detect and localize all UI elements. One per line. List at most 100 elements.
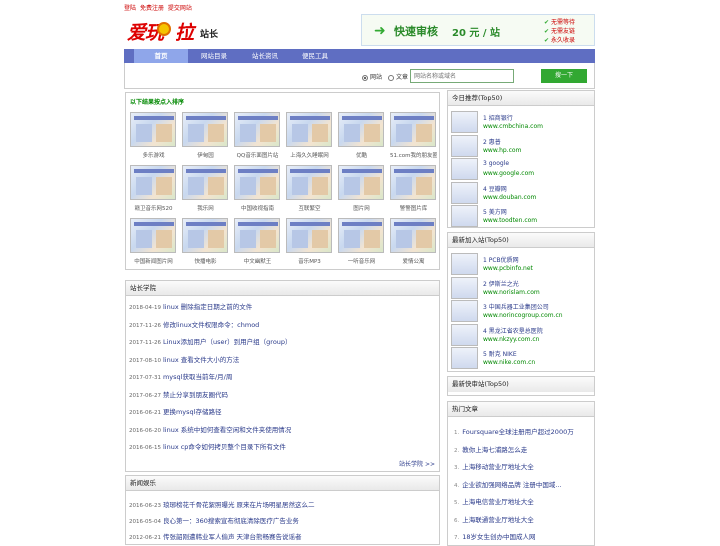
site-thumb-caption[interactable]: 快播电影 [182, 257, 229, 265]
site-thumb-image[interactable] [390, 165, 436, 200]
rank-url[interactable]: www.nike.com.cn [483, 359, 535, 366]
rank-name[interactable]: 1 招商银行 [483, 113, 513, 122]
login-link[interactable]: 登陆 [124, 5, 136, 12]
site-thumb-image[interactable] [130, 218, 176, 253]
rank-thumb[interactable] [451, 111, 478, 133]
rank-name[interactable]: 2 惠普 [483, 137, 501, 146]
site-thumb-caption[interactable]: QQ音乐面图片站 [234, 151, 281, 159]
rank-url[interactable]: www.pcbinfo.net [483, 265, 533, 272]
site-thumb-image[interactable] [234, 218, 280, 253]
hot-title[interactable]: 教你上海七浦路怎么走 [462, 446, 527, 454]
radio-site[interactable]: 网站 [362, 72, 382, 81]
nav-home[interactable]: 首页 [134, 49, 188, 63]
site-thumb-image[interactable] [234, 165, 280, 200]
site-thumb[interactable]: 我乐网 [182, 165, 229, 215]
hot-article[interactable]: 3. 上海移动营业厅地址大全 [454, 461, 537, 471]
hot-title[interactable]: 上海联通营业厅地址大全 [462, 516, 534, 524]
site-thumb-caption[interactable]: 音乐MP3 [286, 257, 333, 265]
site-thumb-caption[interactable]: 上海久久睡眠网 [286, 151, 333, 159]
site-thumb-image[interactable] [234, 112, 280, 147]
site-thumb[interactable]: 音乐MP3 [286, 218, 333, 268]
article-row[interactable]: 2018-04-19 linux 删除指定日期之前的文件 [129, 301, 252, 311]
academy-more-link[interactable]: 站长学院 >> [399, 459, 435, 468]
rank-name[interactable]: 3 中国兵器工业集团公司 [483, 302, 549, 311]
article-row[interactable]: 2017-11-26 Linux添加用户（user）到用户组（group） [129, 336, 292, 346]
rank-url[interactable]: www.norislam.com [483, 289, 540, 296]
rank-thumb[interactable] [451, 323, 478, 346]
hot-article[interactable]: 4. 企业欲加强网络品牌 注册中国域... [454, 479, 565, 489]
rank-name[interactable]: 4 豆瓣网 [483, 184, 507, 193]
site-thumb-caption[interactable]: 优酷 [338, 151, 385, 159]
news-row[interactable]: 2016-05-04 良心第一：360搜索宣布彻底清除医疗广告业务 [129, 515, 299, 525]
rank-url[interactable]: www.toodten.com [483, 217, 537, 224]
article-row[interactable]: 2017-08-10 linux 查看文件大小的方法 [129, 354, 239, 364]
hot-title[interactable]: 上海电信营业厅地址大全 [462, 498, 534, 506]
site-thumb[interactable]: 快播电影 [182, 218, 229, 268]
site-thumb-image[interactable] [182, 112, 228, 147]
site-thumb-caption[interactable]: 多乐游戏 [130, 151, 177, 159]
site-thumb[interactable]: 警警图片库 [390, 165, 437, 215]
site-thumb-image[interactable] [286, 165, 332, 200]
site-thumb-image[interactable] [182, 165, 228, 200]
site-thumb[interactable]: 爱情公寓 [390, 218, 437, 268]
site-thumb-caption[interactable]: 中国收视指南 [234, 204, 281, 212]
rank-name[interactable]: 3 google [483, 160, 509, 167]
site-thumb-caption[interactable]: 伊甸园 [182, 151, 229, 159]
article-title[interactable]: 禁止分享到朋友圈代码 [163, 391, 228, 399]
rank-thumb[interactable] [451, 300, 478, 322]
article-row[interactable]: 2017-11-26 修改linux文件权限命令：chmod [129, 319, 259, 329]
site-thumb-image[interactable] [286, 218, 332, 253]
site-thumb[interactable]: 中文幽默王 [234, 218, 281, 268]
rank-thumb[interactable] [451, 276, 478, 299]
news-title[interactable]: 琅琊榜花千骨花絮照曝光 原来在片场明星居然这么二 [163, 501, 315, 509]
site-thumb[interactable]: 中国新闻图片网 [130, 218, 177, 268]
rank-thumb[interactable] [451, 347, 478, 369]
article-title[interactable]: linux 删除指定日期之前的文件 [163, 303, 252, 311]
hot-title[interactable]: 上海移动营业厅地址大全 [462, 463, 534, 471]
article-title[interactable]: 更换mysql存储路径 [163, 408, 222, 416]
submit-site-link[interactable]: 提交网站 [168, 5, 192, 12]
site-thumb[interactable]: 中国收视指南 [234, 165, 281, 215]
hot-article[interactable]: 5. 上海电信营业厅地址大全 [454, 496, 537, 506]
site-thumb-image[interactable] [338, 218, 384, 253]
rank-url[interactable]: www.google.com [483, 170, 534, 177]
article-row[interactable]: 2016-06-20 linux 系统中如何查看空闲和文件夹使用情况 [129, 424, 291, 434]
rank-thumb[interactable] [451, 181, 478, 204]
site-thumb-caption[interactable]: 中国新闻图片网 [130, 257, 177, 265]
rank-thumb[interactable] [451, 158, 478, 180]
site-thumb[interactable]: 51.com我的朋友圈 [390, 112, 437, 162]
site-thumb-image[interactable] [338, 165, 384, 200]
site-thumb-caption[interactable]: 一听音乐网 [338, 257, 385, 265]
site-thumb-caption[interactable]: 警警图片库 [390, 204, 437, 212]
radio-article[interactable]: 文章 [388, 72, 408, 81]
site-thumb[interactable]: 优酷 [338, 112, 385, 162]
article-title[interactable]: linux 系统中如何查看空闲和文件夹使用情况 [163, 426, 291, 434]
site-thumb-image[interactable] [130, 112, 176, 147]
rank-url[interactable]: www.nkzyy.com.cn [483, 336, 539, 343]
site-thumb-caption[interactable]: 我乐网 [182, 204, 229, 212]
article-row[interactable]: 2016-06-21 更换mysql存储路径 [129, 406, 221, 416]
site-thumb-caption[interactable]: 51.com我的朋友圈 [390, 151, 437, 159]
rank-url[interactable]: www.norincogroup.com.cn [483, 312, 563, 319]
news-row[interactable]: 2016-06-23 琅琊榜花千骨花絮照曝光 原来在片场明星居然这么二 [129, 499, 315, 509]
site-thumb-caption[interactable]: 中文幽默王 [234, 257, 281, 265]
hot-title[interactable]: 企业欲加强网络品牌 注册中国域... [462, 481, 561, 489]
article-row[interactable]: 2017-07-31 mysql获取当前年/月/周 [129, 371, 232, 381]
rank-name[interactable]: 1 PCB优质网 [483, 255, 519, 264]
site-thumb[interactable]: 上海久久睡眠网 [286, 112, 333, 162]
rank-name[interactable]: 5 耐克 NIKE [483, 349, 517, 358]
site-thumb-image[interactable] [182, 218, 228, 253]
site-thumb[interactable]: 图片网 [338, 165, 385, 215]
site-thumb-image[interactable] [390, 218, 436, 253]
nav-directory[interactable]: 网站目录 [188, 49, 240, 63]
hot-article[interactable]: 1. Foursquare全球注册用户超过2000万 [454, 426, 577, 436]
site-thumb[interactable]: 互联繁空 [286, 165, 333, 215]
site-thumb-caption[interactable]: 图片网 [338, 204, 385, 212]
site-thumb[interactable]: QQ音乐面图片站 [234, 112, 281, 162]
article-title[interactable]: linux cp命令如何拷贝整个目录下所有文件 [163, 443, 286, 451]
rank-item[interactable]: 5 耐克 NIKE www.nike.com.cn [451, 347, 601, 375]
rank-thumb[interactable] [451, 134, 478, 157]
rank-name[interactable]: 5 美方网 [483, 207, 507, 216]
site-thumb-image[interactable] [286, 112, 332, 147]
rank-url[interactable]: www.douban.com [483, 194, 536, 201]
